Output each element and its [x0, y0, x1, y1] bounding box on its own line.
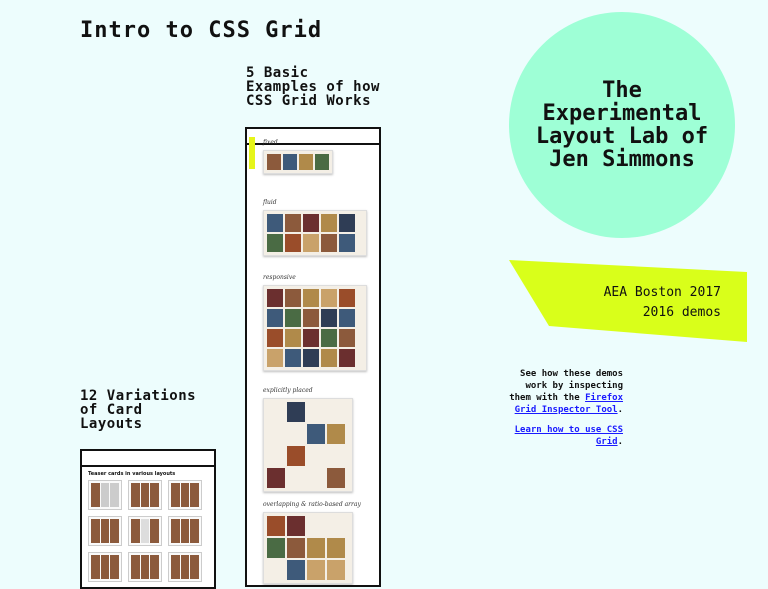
page-title: Intro to CSS Grid [80, 18, 323, 43]
demo-grid [263, 210, 367, 256]
demo-label: fixed [263, 139, 278, 146]
highlight-tag [249, 137, 255, 169]
cards-heading: Teaser cards in various layouts [88, 471, 176, 477]
card-thumb [168, 516, 202, 546]
demo-label: responsive [263, 274, 296, 281]
demo-label: fluid [263, 199, 277, 206]
grid-examples-preview[interactable]: fixed fluid responsive explicitly placed [245, 127, 381, 587]
demo-grid [263, 285, 367, 371]
demo-label: explicitly placed [263, 387, 313, 394]
card-thumb [88, 552, 122, 582]
info-period: . [617, 405, 623, 415]
demo-fixed[interactable]: fixed [263, 139, 333, 174]
learn-css-grid-link[interactable]: Learn how to use CSS Grid [515, 425, 623, 447]
card-thumb [88, 480, 122, 510]
card-thumb [128, 480, 162, 510]
event-banner: AEA Boston 2017 2016 demos [509, 260, 747, 342]
card-layouts-preview[interactable]: Teaser cards in various layouts [80, 449, 216, 589]
event-link-2016-demos[interactable]: 2016 demos [604, 303, 721, 323]
preview-frame-bar [82, 451, 214, 467]
demo-explicitly-placed[interactable]: explicitly placed [263, 387, 353, 492]
lab-title-circle: The Experimental Layout Lab of Jen Simmo… [509, 12, 735, 238]
card-thumb [168, 552, 202, 582]
lab-title: The Experimental Layout Lab of Jen Simmo… [535, 78, 709, 172]
event-link-aea-boston[interactable]: AEA Boston 2017 [604, 283, 721, 303]
demo-grid [263, 512, 353, 584]
card-layouts-title[interactable]: 12 Variations of Card Layouts [80, 389, 210, 431]
info-block: See how these demos work by inspecting t… [505, 368, 623, 456]
card-thumb [168, 480, 202, 510]
demo-grid [263, 150, 333, 174]
demo-grid [263, 398, 353, 492]
card-thumb [128, 516, 162, 546]
grid-examples-title[interactable]: 5 Basic Examples of how CSS Grid Works [246, 66, 386, 108]
card-thumb [128, 552, 162, 582]
demo-fluid[interactable]: fluid [263, 199, 367, 256]
demo-responsive[interactable]: responsive [263, 274, 367, 371]
demo-overlapping[interactable]: overlapping & ratio-based array [263, 501, 361, 584]
card-grid [88, 480, 208, 582]
card-thumb [88, 516, 122, 546]
demo-label: overlapping & ratio-based array [263, 501, 361, 508]
info-period: . [617, 437, 623, 447]
